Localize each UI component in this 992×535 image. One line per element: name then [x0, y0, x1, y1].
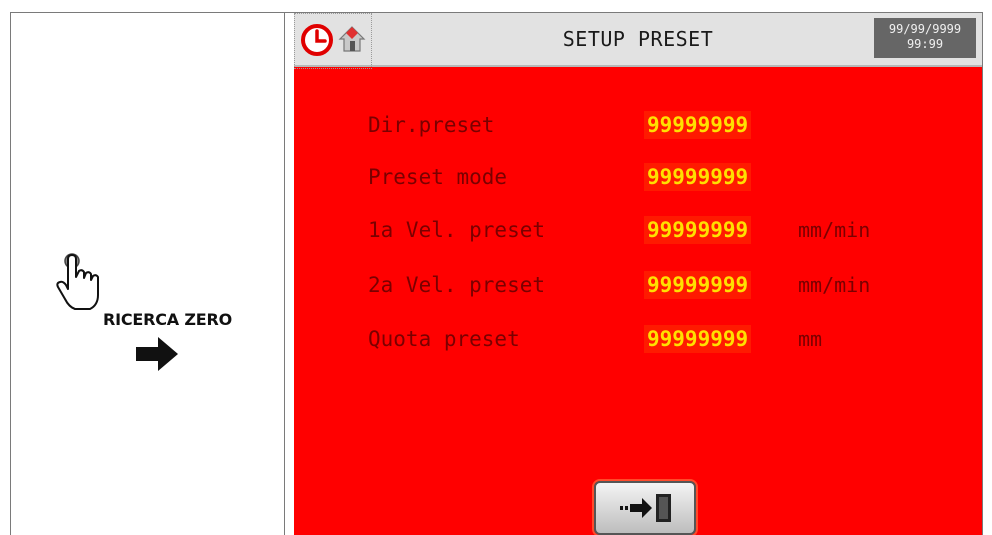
param-value-field[interactable]: 99999999: [644, 163, 752, 191]
time-display: 99:99: [906, 37, 944, 51]
table-right-border: [982, 12, 983, 535]
date-display: 99/99/9999: [888, 22, 962, 36]
param-label: Preset mode: [368, 165, 508, 189]
param-row: Preset mode 99999999: [294, 161, 982, 195]
datetime-display: 99/99/9999 99:99: [874, 18, 976, 58]
param-row: 1a Vel. preset 99999999 mm/min: [294, 214, 982, 248]
param-value-field[interactable]: 99999999: [644, 325, 752, 353]
param-row: 2a Vel. preset 99999999 mm/min: [294, 269, 982, 303]
param-label: 1a Vel. preset: [368, 218, 546, 242]
title-bar: SETUP PRESET 99/99/9999 99:99: [294, 13, 982, 69]
right-arrow-icon: [136, 337, 178, 371]
pointing-hand-icon: [56, 253, 99, 310]
param-unit: mm/min: [798, 273, 871, 297]
param-value-field[interactable]: 99999999: [644, 216, 752, 244]
param-row: Dir.preset 99999999: [294, 109, 982, 143]
param-unit: mm: [798, 327, 823, 351]
param-label: Quota preset: [368, 327, 520, 351]
param-label: Dir.preset: [368, 113, 495, 137]
hmi-screen: SETUP PRESET 99/99/9999 99:99 Dir.preset…: [294, 13, 982, 535]
param-value-field[interactable]: 99999999: [644, 271, 752, 299]
instruction-cell: RICERCA ZERO: [11, 13, 284, 535]
param-row: Quota preset 99999999 mm: [294, 323, 982, 357]
table-middle-border: [284, 12, 285, 535]
param-label: 2a Vel. preset: [368, 273, 546, 297]
param-value-field[interactable]: 99999999: [644, 111, 752, 139]
exit-door-icon: [620, 494, 671, 522]
instruction-label: RICERCA ZERO: [103, 310, 233, 329]
param-unit: mm/min: [798, 218, 871, 242]
exit-button[interactable]: [594, 481, 696, 535]
